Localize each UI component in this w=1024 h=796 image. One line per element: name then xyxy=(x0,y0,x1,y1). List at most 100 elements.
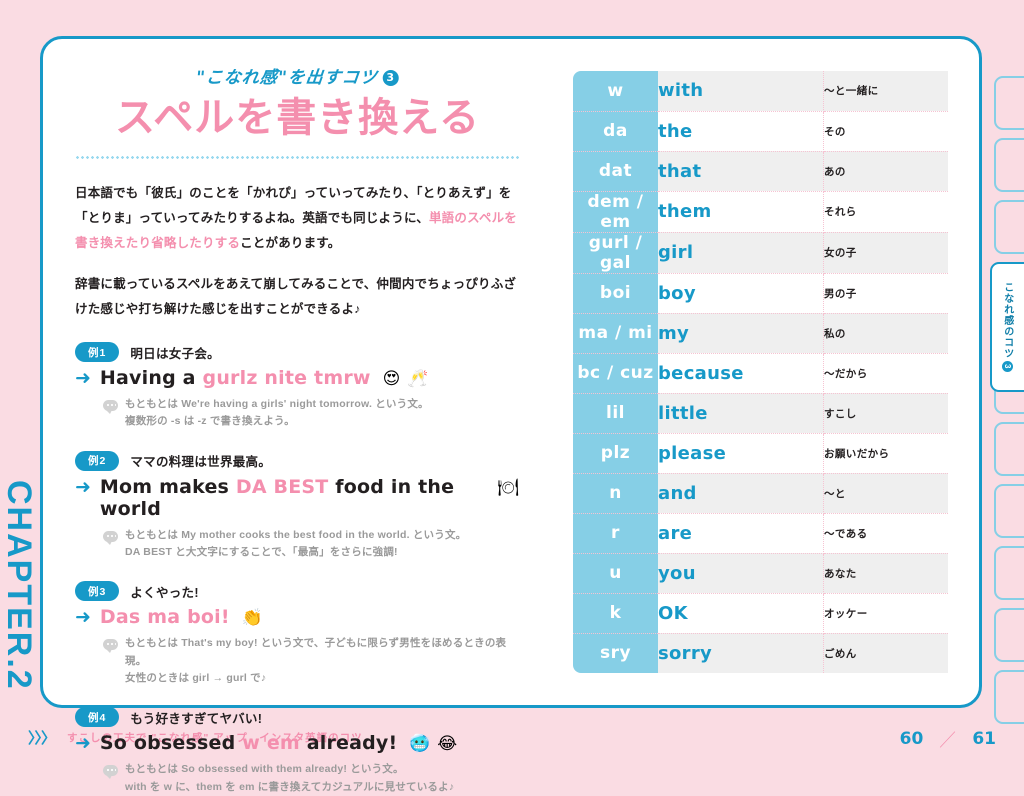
example-english-line: ➜ Having a gurlz nite tmrw 😍 🥂 xyxy=(75,367,520,389)
side-tab[interactable] xyxy=(994,546,1024,600)
cell-full-word: the xyxy=(658,111,824,152)
example-english: Having a gurlz nite tmrw xyxy=(100,367,371,389)
example-english-line: ➜ Mom makes DA BEST food in the world 🍽 xyxy=(75,476,520,520)
cell-abbreviation: da xyxy=(573,111,658,152)
cell-full-word: my xyxy=(658,313,824,354)
arrow-right-icon: ➜ xyxy=(75,607,91,629)
example-header: 例1 明日は女子会。 xyxy=(75,342,520,362)
intro-paragraph-1: 日本語でも「彼氏」のことを「かれぴ」っていってみたり、「とりあえず」を「とりま」… xyxy=(75,181,520,256)
page-number-right: 61 xyxy=(972,728,996,749)
side-tab[interactable] xyxy=(994,608,1024,662)
content-column: "こなれ感"を出すコツ 3 スペルを書き換える 日本語でも「彼氏」のことを「かれぴ… xyxy=(75,63,520,796)
table-row: k OK オッケー xyxy=(573,593,948,634)
table-row: plz please お願いだから xyxy=(573,433,948,474)
example-english-highlight: gurlz nite tmrw xyxy=(202,367,371,389)
example-note: もともとは So obsessed with them already! という… xyxy=(103,761,520,796)
cell-abbreviation: boi xyxy=(573,273,658,314)
cell-abbreviation: gurl / gal xyxy=(573,232,658,274)
table-row: r are 〜である xyxy=(573,513,948,554)
chapter-label: CHAPTER.2 xyxy=(0,480,38,691)
example-english-highlight: w em xyxy=(242,732,300,755)
cell-japanese-meaning: ごめん xyxy=(823,633,948,673)
example-japanese: ママの料理は世界最高。 xyxy=(130,455,272,470)
example-english-post: already! xyxy=(299,732,398,755)
cell-full-word: are xyxy=(658,513,824,554)
example-english: Das ma boi! xyxy=(100,606,230,628)
cell-japanese-meaning: お願いだから xyxy=(823,433,948,474)
eyebrow-text: "こなれ感"を出すコツ xyxy=(194,68,379,88)
page-title: スペルを書き換える xyxy=(115,96,480,140)
abbreviation-table-wrap: w with 〜と一緒に da the その dat that あの dem / em them それ… xyxy=(573,71,948,673)
example-emoji: 🍽 xyxy=(497,477,520,497)
example-japanese: 明日は女子会。 xyxy=(130,346,220,361)
cell-japanese-meaning: 〜と一緒に xyxy=(823,71,948,112)
intro-paragraph-2: 辞書に載っているスペルをあえて崩してみることで、仲間内でちょっぴりふざけた感じや… xyxy=(75,277,517,316)
cell-japanese-meaning: 〜だから xyxy=(823,353,948,394)
example-badge: 例2 xyxy=(75,450,120,471)
example-english-highlight: Das ma boi! xyxy=(99,606,230,629)
example-note-text: もともとは My mother cooks the best food in t… xyxy=(125,528,467,558)
example-header: 例2 ママの料理は世界最高。 xyxy=(75,450,520,471)
intro-p1-part-b: ことがあります。 xyxy=(240,236,341,250)
example-english-pre: So obsessed xyxy=(99,732,243,755)
side-tab-number: 3 xyxy=(1001,361,1013,372)
example-english-line: ➜ Das ma boi! 👏 xyxy=(75,606,520,628)
chapter-rail: CHAPTER.2 xyxy=(0,480,39,720)
examples-list: 例1 明日は女子会。 ➜ Having a gurlz nite tmrw 😍 🥂 もとも… xyxy=(75,342,520,796)
cell-japanese-meaning: あなた xyxy=(823,553,948,594)
side-tab[interactable] xyxy=(994,76,1024,130)
side-tab[interactable] xyxy=(994,422,1024,476)
footer-page-numbers: 60 ／ 61 xyxy=(900,726,996,751)
example-note: もともとは That's my boy! という文で、子どもに限らず男性をほめる… xyxy=(103,635,520,687)
cell-abbreviation: dem / em xyxy=(573,191,658,233)
example-block: 例2 ママの料理は世界最高。 ➜ Mom makes DA BEST food in … xyxy=(75,450,520,562)
cell-abbreviation: u xyxy=(573,553,658,594)
table-row: lil little すこし xyxy=(573,393,948,434)
table-row: da the その xyxy=(573,111,948,152)
side-tab[interactable] xyxy=(994,138,1024,192)
side-tab-active[interactable]: こなれ感のコツ3 xyxy=(990,262,1024,392)
table-row: dat that あの xyxy=(573,151,948,192)
example-note: もともとは We're having a girls' night tomorr… xyxy=(103,396,520,431)
cell-full-word: little xyxy=(658,393,824,434)
title-divider xyxy=(75,156,520,159)
cell-japanese-meaning: あの xyxy=(823,151,948,192)
example-badge: 例1 xyxy=(75,342,120,362)
side-tab[interactable] xyxy=(994,484,1024,538)
cell-japanese-meaning: オッケー xyxy=(823,593,948,634)
page-number-left: 60 xyxy=(899,728,924,749)
cell-abbreviation: r xyxy=(573,513,658,554)
side-tab-label: こなれ感のコツ3 xyxy=(1001,282,1013,372)
example-english-highlight: DA BEST xyxy=(235,475,329,498)
example-header: 例3 よくやった! xyxy=(75,581,520,602)
section-eyebrow: "こなれ感"を出すコツ 3 xyxy=(74,63,522,88)
table-row: u you あなた xyxy=(573,553,948,594)
cell-abbreviation: lil xyxy=(573,393,658,434)
example-note-text: もともとは So obsessed with them already! という… xyxy=(125,763,455,793)
example-note: もともとは My mother cooks the best food in t… xyxy=(103,527,520,562)
cell-japanese-meaning: 私の xyxy=(823,313,948,354)
cell-abbreviation: ma / mi xyxy=(573,313,658,354)
example-badge: 例3 xyxy=(75,581,120,602)
cell-full-word: with xyxy=(658,71,824,112)
cell-full-word: that xyxy=(658,151,824,192)
arrow-right-icon: ➜ xyxy=(75,368,91,389)
cell-full-word: OK xyxy=(658,593,824,634)
cell-full-word: you xyxy=(658,553,824,594)
example-note-text: もともとは We're having a girls' night tomorr… xyxy=(125,398,429,428)
page-card: "こなれ感"を出すコツ 3 スペルを書き換える 日本語でも「彼氏」のことを「かれぴ… xyxy=(40,36,982,793)
example-japanese: もう好きすぎてヤバい! xyxy=(130,711,263,726)
chevrons-icon: 〉〉〉 xyxy=(28,730,56,747)
side-tab[interactable] xyxy=(994,200,1024,254)
example-english-pre: Mom makes xyxy=(99,475,236,498)
arrow-right-icon: ➜ xyxy=(75,733,91,755)
cell-japanese-meaning: その xyxy=(823,111,948,152)
table-row: n and 〜と xyxy=(573,473,948,514)
cell-japanese-meaning: 〜である xyxy=(823,513,948,554)
page-number-slash: ／ xyxy=(939,730,957,751)
cell-japanese-meaning: 男の子 xyxy=(823,273,948,314)
example-block: 例1 明日は女子会。 ➜ Having a gurlz nite tmrw 😍 🥂 もとも… xyxy=(75,342,520,431)
speech-bubble-icon xyxy=(103,765,118,780)
example-block: 例3 よくやった! ➜ Das ma boi! 👏 もともとは That's my boy… xyxy=(75,581,520,687)
cell-abbreviation: sry xyxy=(573,633,658,673)
